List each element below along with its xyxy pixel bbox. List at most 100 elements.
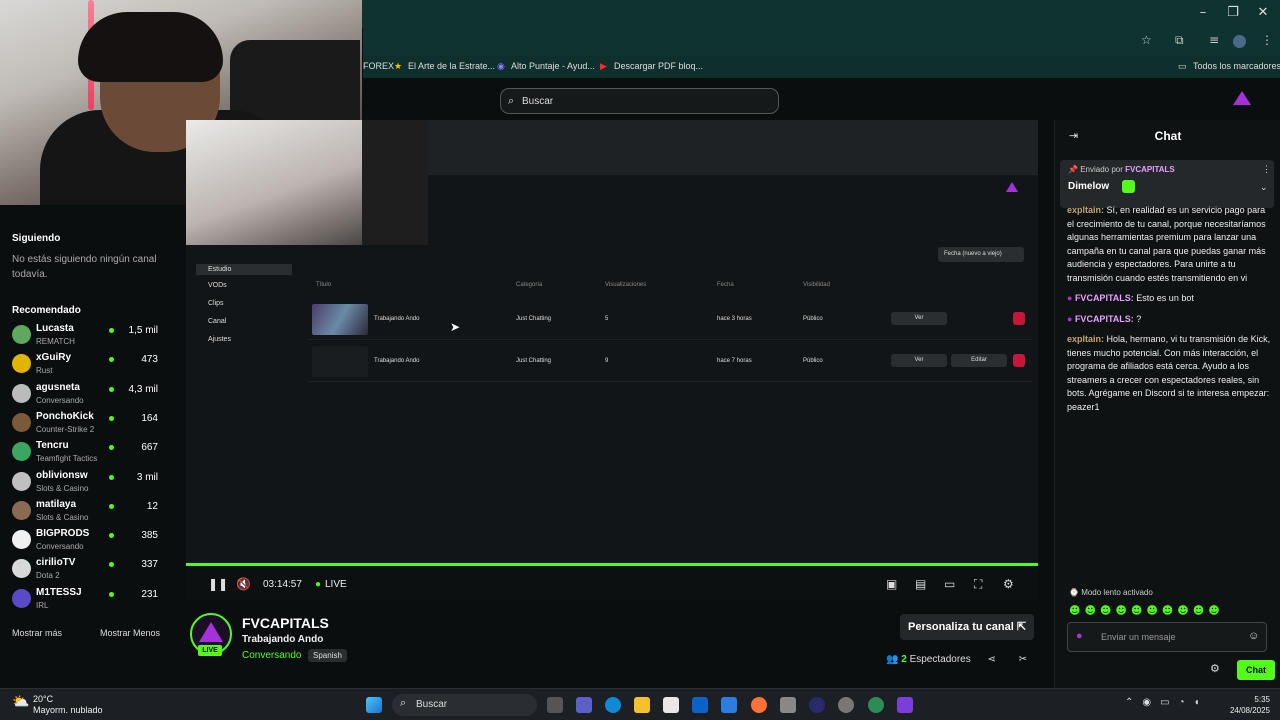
taskbar-search[interactable]: ⌕ Buscar bbox=[392, 694, 537, 716]
obs-icon[interactable] bbox=[809, 697, 825, 713]
file-explorer-icon[interactable] bbox=[634, 697, 650, 713]
extensions-icon[interactable]: ⧉ bbox=[1175, 33, 1184, 48]
system-tray[interactable]: ⌃◉▭◔◖ bbox=[1125, 697, 1209, 708]
show-more-link[interactable]: Mostrar más bbox=[12, 628, 62, 638]
channel-logo-icon bbox=[199, 622, 223, 642]
sidebar-channel-item[interactable]: PonchoKick Counter-Strike 2 164 bbox=[0, 409, 186, 438]
minimize-icon[interactable]: – bbox=[1189, 5, 1217, 20]
screen-icon[interactable]: ▭ bbox=[944, 577, 955, 591]
app-purple-icon[interactable] bbox=[897, 697, 913, 713]
teams-icon[interactable] bbox=[576, 697, 592, 713]
firefox-icon[interactable] bbox=[751, 697, 767, 713]
channel-name[interactable]: FVCAPITALS bbox=[242, 615, 329, 631]
chat-username[interactable]: FVCAPITALS: bbox=[1075, 293, 1134, 303]
steam-icon[interactable] bbox=[838, 697, 854, 713]
stream-video[interactable]: Estudio VODs Clips Canal Ajustes Fecha (… bbox=[186, 120, 1038, 565]
youtube-icon: ▶ bbox=[600, 61, 607, 71]
chat-settings-icon[interactable]: ⚙ bbox=[1210, 662, 1220, 675]
restore-icon[interactable]: ❐ bbox=[1219, 5, 1247, 20]
user-avatar-icon[interactable] bbox=[1233, 91, 1251, 105]
emote-bar[interactable]: ☻☻☻☻☻☻☻☻☻☻ bbox=[1069, 604, 1224, 617]
task-view-icon[interactable] bbox=[547, 697, 563, 713]
sidebar-channel-item[interactable]: xGuiRy Rust 473 bbox=[0, 350, 186, 379]
todo-icon[interactable] bbox=[721, 697, 737, 713]
chat-text: Hola, hermano, vi tu transmisión de Kick… bbox=[1067, 334, 1271, 412]
pause-icon[interactable]: ❚❚ bbox=[208, 577, 228, 591]
fullscreen-icon[interactable]: ⛶ bbox=[974, 577, 982, 592]
chat-input-placeholder: Enviar un mensaje bbox=[1101, 632, 1176, 642]
chat-message: expltain: Sí, en realidad es un servicio… bbox=[1067, 204, 1271, 285]
chat-send-button[interactable]: Chat bbox=[1237, 660, 1275, 680]
chat-message: ● FVCAPITALS: ? bbox=[1067, 313, 1271, 327]
theater-icon[interactable]: ▤ bbox=[915, 577, 926, 591]
chat-username[interactable]: FVCAPITALS: bbox=[1075, 314, 1134, 324]
emote-icon bbox=[1122, 180, 1135, 193]
row-title: Trabajando Ando bbox=[374, 358, 420, 364]
search-icon: ⌕ bbox=[400, 697, 407, 709]
screen: – ❐ ✕ ☆ ⧉ ≡ ⋮ FOREX ★ El Arte de la Estr… bbox=[0, 0, 1280, 720]
clock[interactable]: 5:35 24/08/2025 bbox=[1220, 694, 1270, 716]
channel-viewers: 1,5 mil bbox=[128, 325, 158, 336]
pip-icon[interactable]: ▣ bbox=[886, 577, 897, 591]
chat-username[interactable]: expltain: bbox=[1067, 205, 1104, 215]
show-less-link[interactable]: Mostrar Menos bbox=[100, 628, 160, 638]
chrome-icon[interactable] bbox=[868, 697, 884, 713]
chevron-down-icon[interactable]: ⌄ bbox=[1260, 182, 1268, 193]
store-icon[interactable] bbox=[663, 697, 679, 713]
more-options-icon[interactable]: ⋮ bbox=[1262, 164, 1271, 175]
language-tag[interactable]: Spanish bbox=[308, 649, 347, 662]
profile-avatar-icon[interactable] bbox=[1233, 35, 1246, 48]
close-icon[interactable]: ✕ bbox=[1249, 5, 1277, 20]
sidebar-channel-item[interactable]: M1TESSJ IRL 231 bbox=[0, 585, 186, 614]
bookmark-alto-puntaje[interactable]: Alto Puntaje - Ayud... bbox=[511, 61, 595, 71]
channel-name: Lucasta bbox=[36, 323, 74, 334]
mute-icon[interactable]: 🔇 bbox=[236, 577, 251, 591]
sidebar-channel-item[interactable]: oblivionsw Slots & Casino 3 mil bbox=[0, 468, 186, 497]
clock-date: 24/08/2025 bbox=[1229, 706, 1270, 715]
live-dot-icon bbox=[109, 328, 114, 333]
customize-channel-button[interactable]: Personaliza tu canal ⇱ bbox=[900, 614, 1034, 640]
bookmark-descargar-pdf[interactable]: Descargar PDF bloq... bbox=[614, 61, 703, 71]
cursor-icon: ➤ bbox=[450, 320, 461, 334]
weather-icon[interactable]: ⛅ bbox=[12, 693, 29, 710]
clip-icon[interactable]: ✂ bbox=[1019, 654, 1027, 665]
windows-start-icon[interactable] bbox=[366, 697, 382, 713]
live-dot-icon: ● bbox=[315, 579, 322, 590]
channel-avatar bbox=[12, 325, 31, 344]
sidebar-channel-item[interactable]: matilaya Slots & Casino 12 bbox=[0, 497, 186, 526]
star-bookmark-icon[interactable]: ☆ bbox=[1141, 33, 1152, 47]
bookmark-all[interactable]: Todos los marcadores bbox=[1193, 61, 1280, 71]
pinned-message[interactable]: 📌 Enviado por FVCAPITALS Dimelow ⌄ ⋮ bbox=[1060, 160, 1274, 208]
captured-avatar-icon bbox=[1006, 182, 1018, 192]
bookmark-arte[interactable]: El Arte de la Estrate... bbox=[408, 61, 495, 71]
menu-kebab-icon[interactable]: ⋮ bbox=[1261, 33, 1273, 47]
pinned-text: Dimelow bbox=[1068, 181, 1110, 192]
settings-gear-icon[interactable]: ⚙ bbox=[1003, 577, 1014, 591]
outlook-icon[interactable] bbox=[692, 697, 708, 713]
bookmark-forex[interactable]: FOREX bbox=[363, 61, 394, 71]
live-label[interactable]: LIVE bbox=[325, 579, 347, 590]
channel-info: LIVE FVCAPITALS Trabajando Ando Conversa… bbox=[186, 600, 1038, 688]
share-icon[interactable]: ⋖ bbox=[988, 654, 996, 665]
row-title: Trabajando Ando bbox=[374, 316, 420, 322]
chat-message: ● FVCAPITALS: Esto es un bot bbox=[1067, 292, 1271, 306]
chat-username[interactable]: expltain: bbox=[1067, 334, 1104, 344]
stream-category[interactable]: Conversando bbox=[242, 650, 301, 661]
channel-game: Conversando bbox=[36, 542, 84, 552]
live-dot-icon bbox=[109, 533, 114, 539]
emoji-icon[interactable]: ☺ bbox=[1248, 630, 1259, 642]
media-icon[interactable]: ≡ bbox=[1209, 33, 1219, 47]
sidebar-channel-item[interactable]: BIGPRODS Conversando 385 bbox=[0, 526, 186, 555]
weather-widget[interactable]: 20°C Mayorm. nublado bbox=[33, 694, 103, 716]
sidebar-channel-item[interactable]: agusneta Conversando 4,3 mil bbox=[0, 380, 186, 409]
channel-name: M1TESSJ bbox=[36, 586, 82, 598]
channel-game: Teamfight Tactics bbox=[36, 454, 98, 464]
sidebar-channel-item[interactable]: Tencru Teamfight Tactics 667 bbox=[0, 438, 186, 467]
sidebar-channel-item[interactable]: cirilioTV Dota 2 337 bbox=[0, 555, 186, 584]
search-input[interactable]: ⌕ Buscar bbox=[500, 88, 779, 114]
edge-icon[interactable] bbox=[605, 697, 621, 713]
app-icon[interactable] bbox=[780, 697, 796, 713]
people-icon: 👥 bbox=[886, 654, 902, 665]
sidebar-channel-item[interactable]: Lucasta REMATCH 1,5 mil bbox=[0, 321, 186, 350]
chat-input[interactable]: ● Enviar un mensaje ☺ bbox=[1067, 622, 1267, 652]
